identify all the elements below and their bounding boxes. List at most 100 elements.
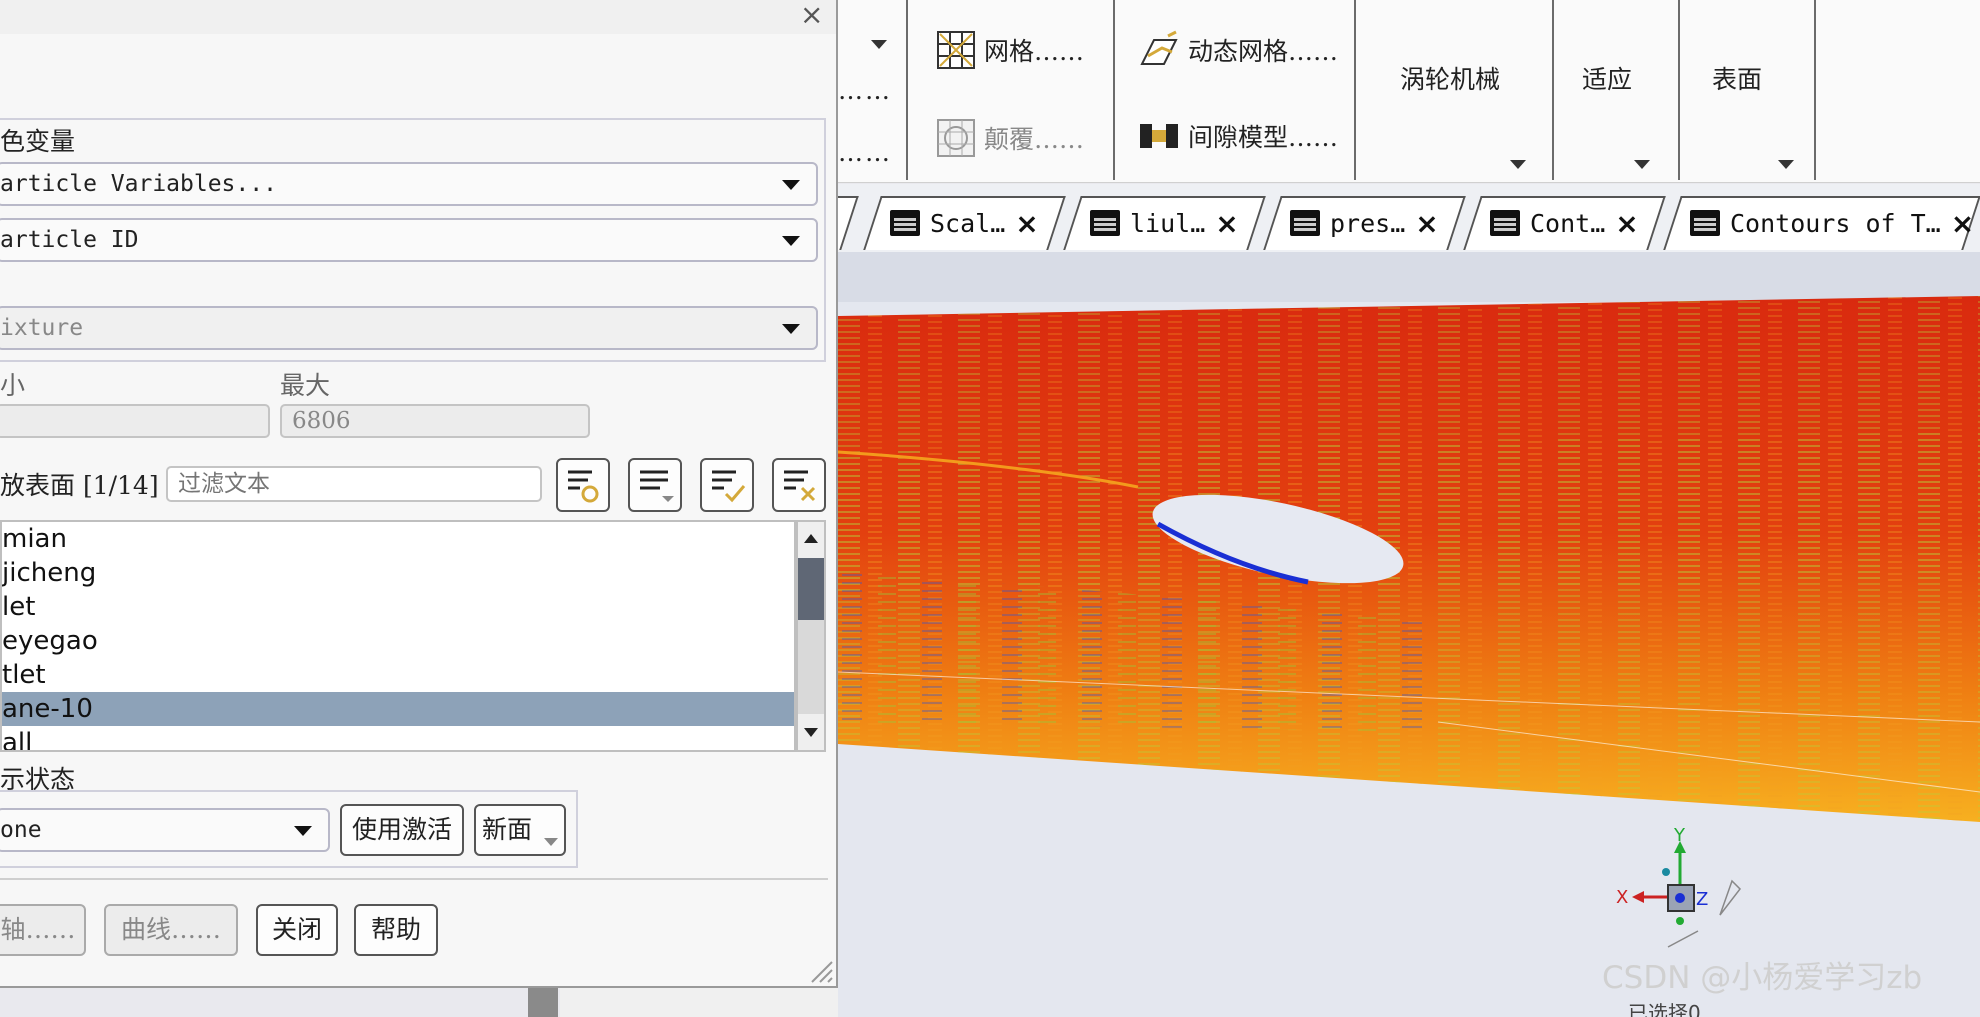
ribbon-left-more-1[interactable]: …… — [838, 76, 892, 105]
help-button[interactable]: 帮助 — [354, 904, 438, 956]
tab-scalar-content: Scal… × — [890, 196, 1039, 250]
new-surface-button[interactable]: 新面 — [474, 804, 566, 856]
list-item[interactable]: eyegao — [2, 624, 794, 658]
tab-liul-content: liul… × — [1090, 196, 1239, 250]
ribbon-separator — [1354, 0, 1356, 180]
dynamic-mesh-button[interactable]: 动态网格…… — [1138, 30, 1338, 70]
chevron-down-icon — [294, 826, 312, 836]
resize-grip-icon[interactable] — [808, 958, 834, 984]
list-item[interactable]: tlet — [2, 658, 794, 692]
max-label: 最大 — [280, 371, 331, 400]
close-icon[interactable]: × — [1951, 207, 1974, 240]
scroll-down-button[interactable] — [798, 714, 824, 750]
filter-text-input[interactable] — [166, 466, 542, 502]
new-surface-label: 新面 — [482, 815, 533, 844]
phase-value: ixture — [0, 315, 84, 341]
select-matching-button[interactable] — [556, 458, 610, 512]
check-list-icon — [712, 470, 746, 503]
close-icon[interactable]: × — [1215, 207, 1238, 240]
gap-model-icon — [1140, 124, 1178, 148]
surface-dropdown-arrow[interactable] — [1778, 160, 1794, 169]
release-surfaces-list[interactable]: mian jicheng let eyegao tlet ane-10 all — [0, 520, 796, 752]
close-icon[interactable]: × — [1615, 207, 1638, 240]
list-item[interactable]: jicheng — [2, 556, 794, 590]
gap-model-button[interactable]: 间隙模型…… — [1138, 118, 1338, 154]
ribbon-separator — [1678, 0, 1680, 180]
triad-x-label: X — [1616, 887, 1628, 908]
turbo-dropdown-arrow[interactable] — [1510, 160, 1526, 169]
display-state-select[interactable]: one — [0, 808, 330, 852]
variable-name-value: article ID — [0, 227, 139, 253]
release-surfaces-label: 放表面 [1/14] — [0, 471, 159, 500]
pathlines-dialog: × 色变量 article Variables... article ID ix… — [0, 0, 838, 988]
pathline-render — [838, 252, 1980, 1017]
ribbon-separator — [1552, 0, 1554, 180]
ribbon-separator — [1814, 0, 1816, 180]
contour-icon — [1290, 210, 1320, 236]
variable-name-select[interactable]: article ID — [0, 218, 818, 262]
mesh-button[interactable]: 网格…… — [936, 30, 1084, 70]
min-label: 小 — [0, 371, 26, 400]
turbo-button[interactable]: 涡轮机械 — [1400, 60, 1500, 96]
graphics-window[interactable]: Y X Z CSDN @小杨爱学习zb 已选择0 — [838, 252, 1980, 1017]
scroll-up-button[interactable] — [798, 522, 824, 558]
contour-icon — [890, 210, 920, 236]
variable-category-select[interactable]: article Variables... — [0, 162, 818, 206]
dynamic-mesh-icon — [1140, 30, 1178, 65]
chevron-down-icon — [782, 236, 800, 246]
chevron-up-icon — [804, 534, 818, 543]
clear-list-icon — [784, 470, 816, 502]
filter-list-icon — [568, 470, 599, 503]
curves-button[interactable]: 曲线…… — [104, 904, 238, 956]
max-field[interactable]: 6806 — [280, 404, 590, 438]
chevron-down-icon — [782, 324, 800, 334]
chevron-down-icon — [782, 180, 800, 190]
status-partial-text: 已选择0 — [1628, 1001, 1701, 1017]
mesh-label: 网格…… — [984, 37, 1085, 66]
close-icon[interactable]: × — [1015, 207, 1038, 240]
tab-contours-of-t-content: Contours of T… × — [1690, 196, 1974, 250]
use-active-button[interactable]: 使用激活 — [340, 804, 464, 856]
display-state-value: one — [0, 817, 42, 843]
chevron-down-icon — [804, 728, 818, 737]
phase-select[interactable]: ixture — [0, 306, 818, 350]
list-scrollbar[interactable] — [796, 520, 826, 752]
deselect-all-button[interactable] — [772, 458, 826, 512]
adapt-dropdown-arrow[interactable] — [1634, 160, 1650, 169]
ribbon-dropdown-arrow[interactable] — [871, 40, 887, 49]
background-scrollbar[interactable] — [528, 988, 558, 1017]
tab-label: Scal… — [930, 208, 1006, 238]
list-dropdown-icon — [640, 470, 674, 502]
contour-icon — [1690, 210, 1720, 236]
contour-icon — [1090, 210, 1120, 236]
surface-button[interactable]: 表面 — [1712, 60, 1762, 96]
overturn-button[interactable]: 颠覆…… — [936, 118, 1084, 158]
dialog-divider — [0, 878, 828, 880]
color-variable-label: 色变量 — [0, 127, 76, 156]
list-item-selected[interactable]: ane-10 — [2, 692, 794, 726]
scroll-thumb[interactable] — [798, 558, 824, 620]
adapt-button[interactable]: 适应 — [1582, 60, 1632, 96]
tab-pressure-content: pres… × — [1290, 196, 1439, 250]
axes-button[interactable]: 轴…… — [0, 904, 86, 956]
ribbon-left-more-2[interactable]: …… — [838, 138, 892, 167]
list-item[interactable]: let — [2, 590, 794, 624]
list-item[interactable]: all — [2, 726, 794, 750]
tab-label: Cont… — [1530, 208, 1606, 238]
min-field[interactable] — [0, 404, 270, 438]
background-panel — [560, 988, 838, 1017]
list-item[interactable]: mian — [2, 522, 794, 556]
ribbon-separator — [1113, 0, 1115, 180]
select-all-button[interactable] — [700, 458, 754, 512]
ribbon: …… …… 网格…… 颠覆…… 动态网格…… 间隙模型…… 涡轮机械 适应 表面 — [838, 0, 1980, 183]
tab-label: liul… — [1130, 208, 1206, 238]
triad-z-label: Z — [1696, 889, 1708, 910]
dialog-close-icon[interactable]: × — [800, 0, 823, 31]
variable-category-value: article Variables... — [0, 171, 277, 197]
dynamic-mesh-label: 动态网格…… — [1188, 37, 1339, 66]
ribbon-separator — [906, 0, 908, 180]
close-button[interactable]: 关闭 — [256, 904, 338, 956]
list-options-button[interactable] — [628, 458, 682, 512]
close-icon[interactable]: × — [1415, 207, 1438, 240]
chevron-down-icon — [544, 838, 558, 846]
